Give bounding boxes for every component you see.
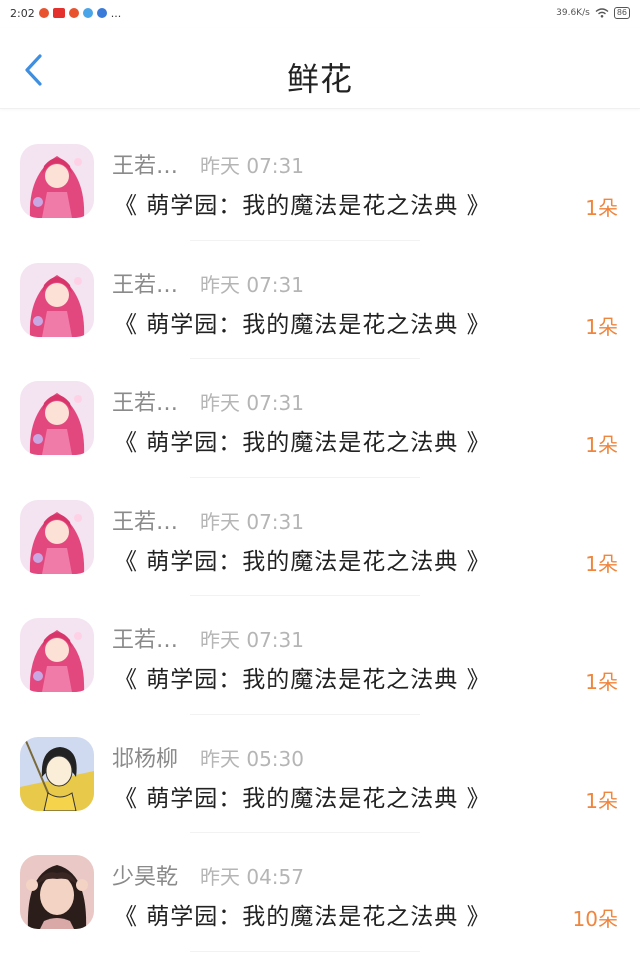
anime-girl-avatar <box>20 381 94 455</box>
list-item[interactable]: 邶杨柳 昨天 05:30 《 萌学园：我的魔法是花之法典 》 1朵 <box>0 715 640 834</box>
book-title: 《 萌学园：我的魔法是花之法典 》 <box>114 430 491 456</box>
comic-girl-avatar <box>20 736 94 811</box>
anime-girl-avatar <box>20 618 94 692</box>
notification-app-icon <box>68 8 79 18</box>
avatar[interactable] <box>20 618 94 692</box>
anime-girl-avatar <box>20 144 94 218</box>
flower-count: 10朵 <box>572 907 618 931</box>
network-speed: 39.6K/s <box>556 8 590 18</box>
list-item[interactable]: 王若… 昨天 07:31 《 萌学园：我的魔法是花之法典 》 1朵 <box>0 241 640 360</box>
list-item[interactable]: 少昊乾 昨天 04:57 《 萌学园：我的魔法是花之法典 》 10朵 <box>0 833 640 952</box>
flower-count: 1朵 <box>585 433 618 457</box>
sender-name: 王若… <box>112 154 179 179</box>
book-title: 《 萌学园：我的魔法是花之法典 》 <box>114 548 491 575</box>
header: 鲜花 <box>0 28 640 109</box>
status-right: 39.6K/s 86 <box>556 7 630 19</box>
wifi-icon <box>595 8 609 18</box>
avatar[interactable] <box>20 262 94 337</box>
gift-time: 昨天 07:31 <box>200 154 304 178</box>
flower-count: 1朵 <box>585 788 618 813</box>
notification-app-icon <box>96 8 107 18</box>
avatar[interactable] <box>20 736 94 811</box>
notification-app-icon <box>52 8 65 18</box>
flower-count: 1朵 <box>585 314 618 339</box>
battery-icon: 86 <box>613 7 630 19</box>
sender-name: 王若… <box>112 628 179 653</box>
anime-girl-avatar <box>20 262 94 337</box>
page-title: 鲜花 <box>286 60 353 98</box>
status-left: 2:02 ... <box>10 7 121 20</box>
avatar[interactable] <box>20 381 94 455</box>
sender-name: 王若… <box>112 391 179 416</box>
flower-count: 1朵 <box>585 196 618 220</box>
sender-name: 王若… <box>112 272 179 298</box>
list-item[interactable]: 王若… 昨天 07:31 《 萌学园：我的魔法是花之法典 》 1朵 <box>0 596 640 715</box>
status-bar: 2:02 ... 39.6K/s 86 <box>0 0 640 26</box>
notification-app-icon <box>82 8 93 18</box>
more-notifications-icon: ... <box>110 6 122 20</box>
gift-time: 昨天 07:31 <box>200 628 304 652</box>
flower-count: 1朵 <box>585 551 618 576</box>
flower-count: 1朵 <box>585 670 618 694</box>
avatar[interactable] <box>20 855 94 929</box>
notification-app-icon <box>38 8 49 18</box>
gift-time: 昨天 05:30 <box>200 746 304 771</box>
anime-girl-avatar <box>20 499 94 574</box>
sender-name: 少昊乾 <box>112 865 179 890</box>
photo-person-avatar <box>20 855 94 929</box>
list-item[interactable]: 王若… 昨天 07:31 《 萌学园：我的魔法是花之法典 》 1朵 <box>0 478 640 597</box>
book-title: 《 萌学园：我的魔法是花之法典 》 <box>114 311 491 338</box>
book-title: 《 萌学园：我的魔法是花之法典 》 <box>114 667 491 693</box>
sender-name: 王若… <box>112 509 179 535</box>
list-item[interactable]: 王若… 昨天 07:31 《 萌学园：我的魔法是花之法典 》 1朵 <box>0 122 640 241</box>
sender-name: 邶杨柳 <box>112 746 179 772</box>
list-item[interactable]: 王若… 昨天 07:31 《 萌学园：我的魔法是花之法典 》 1朵 <box>0 359 640 478</box>
status-time: 2:02 <box>10 6 35 20</box>
avatar[interactable] <box>20 144 94 218</box>
gift-time: 昨天 07:31 <box>200 509 304 534</box>
gift-time: 昨天 07:31 <box>200 272 304 297</box>
flower-gift-list: 王若… 昨天 07:31 《 萌学园：我的魔法是花之法典 》 1朵 王若… 昨天… <box>0 122 640 952</box>
gift-time: 昨天 07:31 <box>200 391 304 415</box>
book-title: 《 萌学园：我的魔法是花之法典 》 <box>114 785 491 812</box>
book-title: 《 萌学园：我的魔法是花之法典 》 <box>114 904 491 930</box>
avatar[interactable] <box>20 499 94 574</box>
book-title: 《 萌学园：我的魔法是花之法典 》 <box>114 193 491 219</box>
gift-time: 昨天 04:57 <box>200 865 304 889</box>
